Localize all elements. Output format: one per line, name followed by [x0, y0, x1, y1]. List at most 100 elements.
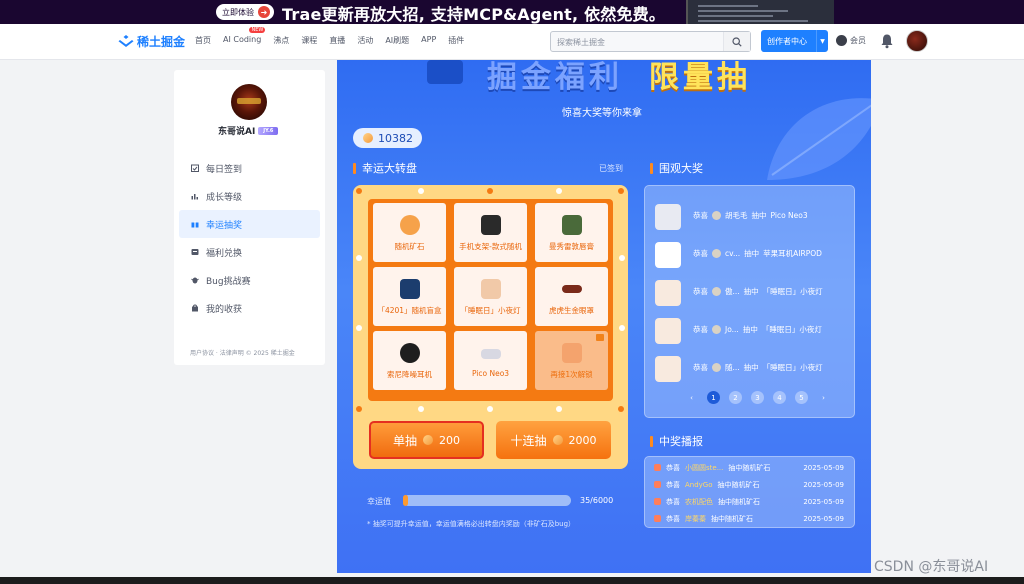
- winners-list: 恭喜 胡毛毛 抽中 Pico Neo3 恭喜 cv... 抽中 苹果耳机AIRP…: [644, 185, 855, 418]
- pager-page-3[interactable]: 3: [751, 391, 764, 404]
- wheel-light: [356, 255, 362, 261]
- winner-user[interactable]: 胡毛毛: [725, 210, 748, 221]
- winner-user[interactable]: cv...: [725, 249, 740, 258]
- promo-banner[interactable]: 立即体验 ➜ Trae更新再放大招, 支持MCP&Agent, 依然免费。: [0, 0, 1024, 24]
- vr-headset-icon: [655, 204, 681, 230]
- sidebar-item-daily-checkin[interactable]: 每日签到: [179, 154, 320, 182]
- broadcast-prefix: 恭喜: [666, 463, 680, 472]
- chevron-down-icon[interactable]: ▼: [816, 30, 828, 52]
- wheel-light: [619, 255, 625, 261]
- broadcast-date: 2025-05-09: [803, 514, 844, 523]
- winner-avatar: [712, 287, 721, 296]
- sidebar-item-lucky-draw[interactable]: 幸运抽奖: [179, 210, 320, 238]
- ten-draw-button[interactable]: 十连抽 2000: [496, 421, 611, 459]
- pager-page-1[interactable]: 1: [707, 391, 720, 404]
- site-logo[interactable]: 稀土掘金: [118, 33, 185, 50]
- broadcast-user[interactable]: 农机配色: [685, 497, 713, 507]
- nav-item-home[interactable]: 首页: [195, 35, 211, 46]
- sidebar: 东哥说AI JY.6 每日签到 成长等级 幸运抽奖 福利兑换 Bug挑战赛 我的…: [174, 70, 325, 365]
- user-avatar[interactable]: [906, 30, 928, 52]
- wheel-light: [556, 188, 562, 194]
- single-draw-button[interactable]: 单抽 200: [369, 421, 484, 459]
- sidebar-item-growth-level[interactable]: 成长等级: [179, 182, 320, 210]
- wheel-title-text: 幸运大转盘: [362, 162, 417, 175]
- bug-icon: [191, 277, 199, 284]
- luck-label: 幸运值: [367, 497, 391, 506]
- prize-cell: 虎虎生金眼罩: [535, 267, 608, 326]
- winner-user[interactable]: 傲...: [725, 286, 740, 297]
- broadcast-text: 抽中随机矿石: [718, 497, 760, 506]
- page-title: 掘金福利 限量抽: [427, 60, 787, 96]
- prize-cell: 「睡眠日」小夜灯: [454, 267, 527, 326]
- search-input[interactable]: 探索稀土掘金: [550, 31, 751, 52]
- nav-item-plugins[interactable]: 插件: [448, 35, 464, 46]
- single-draw-label: 单抽: [392, 433, 417, 448]
- broadcast-row: 恭喜 AndyGo 抽中随机矿石 2025-05-09: [654, 476, 850, 493]
- search-button[interactable]: [723, 32, 750, 51]
- broadcast-text: 抽中随机矿石: [728, 463, 771, 472]
- sidebar-item-bug-challenge[interactable]: Bug挑战赛: [179, 266, 320, 294]
- broadcast-date: 2025-05-09: [803, 497, 844, 506]
- profile-avatar[interactable]: [231, 84, 267, 120]
- pager-prev-icon[interactable]: ‹: [685, 391, 698, 404]
- prize-cell: 曼秀雷敦唇膏: [535, 203, 608, 262]
- winner-prefix: 恭喜: [693, 211, 708, 220]
- prize-cell: 随机矿石: [373, 203, 446, 262]
- sidebar-footer[interactable]: 用户协议 · 法律声明 © 2025 稀土掘金: [190, 348, 295, 357]
- nav-item-pins[interactable]: 沸点: [273, 35, 289, 46]
- sidebar-item-my-harvest[interactable]: 我的收获: [179, 294, 320, 322]
- winners-pagination: ‹ 1 2 3 4 5 ›: [685, 391, 830, 404]
- sidebar-item-label: 成长等级: [206, 192, 243, 203]
- ten-draw-cost: 2000: [568, 433, 597, 447]
- sidebar-item-welfare-exchange[interactable]: 福利兑换: [179, 238, 320, 266]
- banner-cta-button[interactable]: 立即体验 ➜: [216, 4, 274, 20]
- prize-label: 「睡眠日」小夜灯: [460, 306, 521, 315]
- nav-item-events[interactable]: 活动: [357, 35, 373, 46]
- pager-next-icon[interactable]: ›: [817, 391, 830, 404]
- vip-link[interactable]: 会员: [836, 35, 866, 46]
- pager-page-2[interactable]: 2: [729, 391, 742, 404]
- wheel-section-title: 幸运大转盘: [353, 160, 417, 176]
- bell-icon[interactable]: [880, 33, 894, 49]
- pager-page-5[interactable]: 5: [795, 391, 808, 404]
- luck-value: 35/6000: [580, 496, 614, 505]
- broadcast-user[interactable]: 小圆圆ste...: [685, 463, 723, 473]
- arrow-right-icon: ➜: [258, 6, 270, 18]
- lottery-panel: 掘金福利 限量抽 惊喜大奖等你来拿 10382 幸运大转盘 已签到 随机矿石 手…: [337, 60, 871, 573]
- broadcast-text: 抽中随机矿石: [711, 514, 753, 523]
- signed-status: 已签到: [599, 164, 623, 173]
- nav-item-app[interactable]: APP: [421, 35, 436, 46]
- nav-item-courses[interactable]: 课程: [301, 35, 317, 46]
- calendar-check-icon: [191, 164, 199, 172]
- gift-icon: [191, 221, 199, 228]
- creator-center-button[interactable]: 创作者中心 ▼: [761, 30, 828, 52]
- winner-user[interactable]: 随...: [725, 362, 740, 373]
- broadcast-user[interactable]: AndyGo: [685, 481, 713, 489]
- prize-label: 「4201」随机盲盒: [377, 306, 442, 315]
- prize-cell-locked: 再接1次解锁: [535, 331, 608, 390]
- new-badge: NEW: [249, 27, 266, 33]
- juejin-logo-icon: [118, 34, 134, 47]
- broadcast-user[interactable]: 岸蓁蓁: [685, 514, 706, 524]
- exchange-icon: [191, 249, 199, 255]
- winner-row: 恭喜 胡毛毛 抽中 Pico Neo3: [645, 198, 856, 234]
- winner-row: 恭喜 随... 抽中 「睡眠日」小夜灯: [645, 350, 856, 386]
- profile-username[interactable]: 东哥说AI: [218, 124, 255, 137]
- prize-label: 手机支架-款式随机: [459, 242, 522, 251]
- wheel-light: [487, 188, 493, 194]
- winner-user[interactable]: Jo...: [725, 325, 739, 334]
- vip-icon: [836, 35, 847, 46]
- sidebar-item-label: 我的收获: [206, 304, 243, 315]
- ore-coin-icon: [552, 435, 563, 445]
- nav-item-ai-practice[interactable]: AI刷题: [385, 35, 409, 46]
- nav-item-ai-coding[interactable]: AI Coding NEW: [223, 27, 266, 46]
- gift-icon: [654, 515, 661, 522]
- winner-text: 恭喜 随... 抽中 「睡眠日」小夜灯: [693, 362, 823, 373]
- nav-menu: 首页 AI Coding NEW 沸点 课程 直播 活动 AI刷题 APP 插件: [195, 27, 464, 46]
- nav-item-live[interactable]: 直播: [329, 35, 345, 46]
- logo-text: 稀土掘金: [137, 35, 186, 49]
- profile-name-row: 东哥说AI JY.6: [218, 124, 279, 137]
- page-subtitle: 惊喜大奖等你来拿: [562, 108, 642, 119]
- pager-page-4[interactable]: 4: [773, 391, 786, 404]
- winner-prize: 「睡眠日」小夜灯: [761, 325, 822, 334]
